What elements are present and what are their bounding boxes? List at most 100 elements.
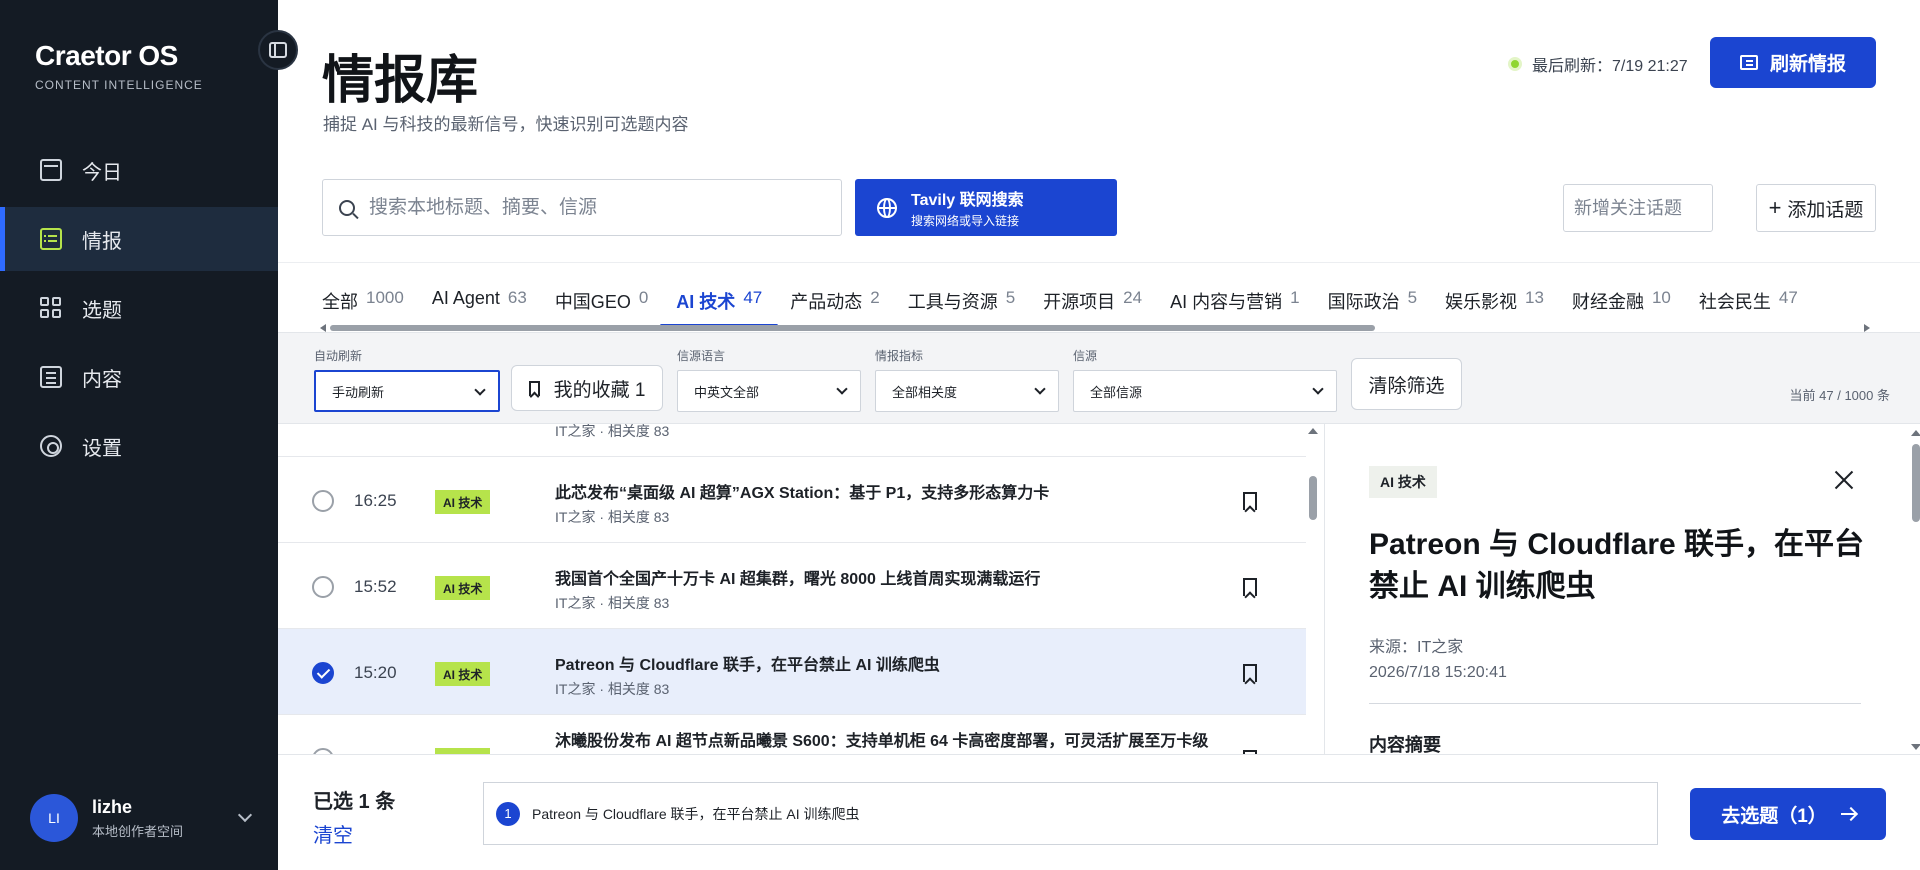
- tab-10[interactable]: 财经金融 10: [1572, 275, 1671, 319]
- tavily-subtitle: 搜索网络或导入链接: [911, 214, 1020, 228]
- tab-11[interactable]: 社会民生 47: [1699, 275, 1798, 319]
- tab-7[interactable]: AI 内容与营销 1: [1170, 275, 1299, 319]
- item-title[interactable]: 我国首个全国产十万卡 AI 超集群，曙光 8000 上线首周实现满载运行: [555, 565, 1255, 589]
- refresh-status-text: 最后刷新：7/19 21:27: [1532, 58, 1688, 75]
- scrollbar-thumb[interactable]: [330, 325, 1375, 331]
- detail-scrollbar[interactable]: [1911, 424, 1920, 754]
- tab-label: 财经金融: [1571, 292, 1644, 312]
- language-select[interactable]: 中英文全部: [677, 370, 861, 412]
- select-radio[interactable]: [312, 662, 334, 684]
- gear-icon: [40, 435, 62, 457]
- bookmark-icon[interactable]: [1243, 578, 1257, 596]
- language-filter: 信源语言 中英文全部: [677, 347, 861, 412]
- tab-label: 国际政治: [1327, 292, 1400, 312]
- topic-input[interactable]: [1563, 184, 1713, 232]
- scroll-right-icon[interactable]: [1864, 324, 1870, 332]
- tab-5[interactable]: 工具与资源 5: [908, 275, 1015, 319]
- tab-label: 工具与资源: [907, 292, 998, 312]
- tavily-search-button[interactable]: Tavily 联网搜索 搜索网络或导入链接: [855, 179, 1117, 236]
- list-item[interactable]: 15:20 AI 技术 Patreon 与 Cloudflare 联手，在平台禁止 …: [278, 629, 1306, 715]
- tab-9[interactable]: 娱乐影视 13: [1445, 275, 1544, 319]
- tab-0[interactable]: 全部 1000: [322, 275, 404, 319]
- tab-label: 娱乐影视: [1445, 292, 1518, 312]
- search-input[interactable]: [369, 196, 809, 219]
- item-title[interactable]: 此芯发布“桌面级 AI 超算”AGX Station：基于 P1，支持多形态算力…: [555, 479, 1255, 503]
- bookmark-icon[interactable]: [1243, 492, 1257, 510]
- item-title[interactable]: 沐曦股份发布 AI 超节点新品曦景 S600：支持单机柜 64 卡高密度部署，可…: [555, 727, 1255, 751]
- item-meta: IT之家 · 相关度 83: [555, 681, 670, 697]
- sidebar-toggle-icon: [269, 42, 287, 58]
- list-item[interactable]: 15:52 AI 技术 我国首个全国产十万卡 AI 超集群，曙光 8000 上线首周…: [278, 543, 1306, 629]
- tab-2[interactable]: 中国GEO 0: [555, 275, 648, 319]
- tab-3[interactable]: AI 技术 47: [660, 275, 779, 327]
- tab-4[interactable]: 产品动态 2: [790, 275, 879, 319]
- scroll-down-icon[interactable]: [1911, 744, 1920, 750]
- select-radio[interactable]: [312, 490, 334, 512]
- sidebar-item-settings[interactable]: 设置: [0, 414, 278, 478]
- add-topic-label: 添加话题: [1787, 199, 1864, 221]
- list-item[interactable]: IT之家 · 相关度 83: [278, 424, 1306, 457]
- source-select[interactable]: 全部信源: [1073, 370, 1337, 412]
- tab-label: 全部: [322, 292, 358, 312]
- arrow-right-icon: [1840, 813, 1855, 815]
- selected-item-chip[interactable]: 1 Patreon 与 Cloudflare 联手，在平台禁止 AI 训练爬虫: [483, 782, 1658, 845]
- detail-title: Patreon 与 Cloudflare 联手，在平台禁止 AI 训练爬虫: [1369, 528, 1865, 603]
- globe-icon: [877, 197, 897, 218]
- scroll-left-icon[interactable]: [320, 324, 326, 332]
- clear-filters-button[interactable]: 清除筛选: [1351, 358, 1462, 410]
- sidebar-item-content[interactable]: 内容: [0, 345, 278, 409]
- detail-source: 来源：IT之家: [1369, 639, 1464, 656]
- close-icon[interactable]: [1829, 466, 1859, 496]
- go-to-topics-button[interactable]: 去选题（1）: [1690, 788, 1886, 840]
- brand-title: Craetor OS: [35, 40, 178, 71]
- tab-label: AI 技术: [676, 292, 736, 312]
- auto-refresh-select[interactable]: 手动刷新: [314, 370, 500, 412]
- search-icon: [339, 199, 355, 216]
- user-name: lizhe: [92, 796, 133, 817]
- sidebar-item-intel[interactable]: 情报: [0, 207, 278, 271]
- chevron-down-icon: [237, 807, 253, 823]
- list-icon: [40, 228, 62, 250]
- sidebar-item-today[interactable]: 今日: [0, 138, 278, 202]
- list-item[interactable]: 16:25 AI 技术 此芯发布“桌面级 AI 超算”AGX Station：基于 …: [278, 457, 1306, 543]
- tab-count: 47: [743, 288, 763, 307]
- tab-6[interactable]: 开源项目 24: [1043, 275, 1142, 319]
- detail-time: 2026/7/18 15:20:41: [1369, 664, 1507, 681]
- tab-count: 47: [1778, 288, 1798, 307]
- user-menu[interactable]: LI lizhe 本地创作者空间: [30, 794, 253, 842]
- tab-count: 5: [1407, 288, 1418, 307]
- item-title[interactable]: Patreon 与 Cloudflare 联手，在平台禁止 AI 训练爬虫: [555, 651, 1255, 675]
- result-count: 当前 47 / 1000 条: [1789, 388, 1890, 403]
- clear-selection-link[interactable]: 清空: [313, 819, 353, 848]
- detail-tag: AI 技术: [1369, 466, 1437, 498]
- metric-select[interactable]: 全部相关度: [875, 370, 1059, 412]
- favorites-button[interactable]: 我的收藏 1: [511, 365, 663, 411]
- brand: Craetor OS CONTENT INTELLIGENCE: [35, 40, 203, 92]
- scrollbar-thumb[interactable]: [1309, 476, 1317, 520]
- plus-icon: +: [1768, 195, 1782, 220]
- scroll-up-icon[interactable]: [1308, 428, 1318, 434]
- scrollbar-thumb[interactable]: [1912, 444, 1920, 522]
- sidebar-item-topics[interactable]: 选题: [0, 276, 278, 340]
- filter-label: 自动刷新: [314, 349, 363, 363]
- list-item[interactable]: AI 技术沐曦股份发布 AI 超节点新品曦景 S600：支持单机柜 64 卡高密…: [278, 715, 1306, 754]
- item-tag: AI 技术: [435, 662, 491, 686]
- refresh-button[interactable]: 刷新情报: [1710, 37, 1876, 88]
- item-time: 15:20: [354, 663, 397, 682]
- category-tabs: 全部 1000 AI Agent 63 中国GEO 0 AI 技术 47 产品动态 2 工具与资源 5…: [278, 262, 1920, 332]
- scroll-up-icon[interactable]: [1911, 430, 1920, 436]
- search-box: [322, 179, 842, 236]
- item-meta: IT之家 · 相关度 83: [555, 509, 670, 525]
- refresh-button-label: 刷新情报: [1769, 54, 1846, 75]
- add-topic-button[interactable]: + 添加话题: [1756, 184, 1876, 232]
- tab-label: 社会民生: [1698, 292, 1771, 312]
- bookmark-icon[interactable]: [1243, 664, 1257, 682]
- select-radio[interactable]: [312, 576, 334, 598]
- tab-1[interactable]: AI Agent 63: [432, 275, 527, 319]
- list-scrollbar[interactable]: [1306, 424, 1318, 754]
- tab-label: 中国GEO: [554, 292, 631, 312]
- tab-8[interactable]: 国际政治 5: [1328, 275, 1417, 319]
- page-subtitle: 捕捉 AI 与科技的最新信号，快速识别可选题内容: [323, 115, 689, 134]
- sidebar-toggle-button[interactable]: [258, 30, 298, 70]
- filter-label: 情报指标: [875, 349, 924, 363]
